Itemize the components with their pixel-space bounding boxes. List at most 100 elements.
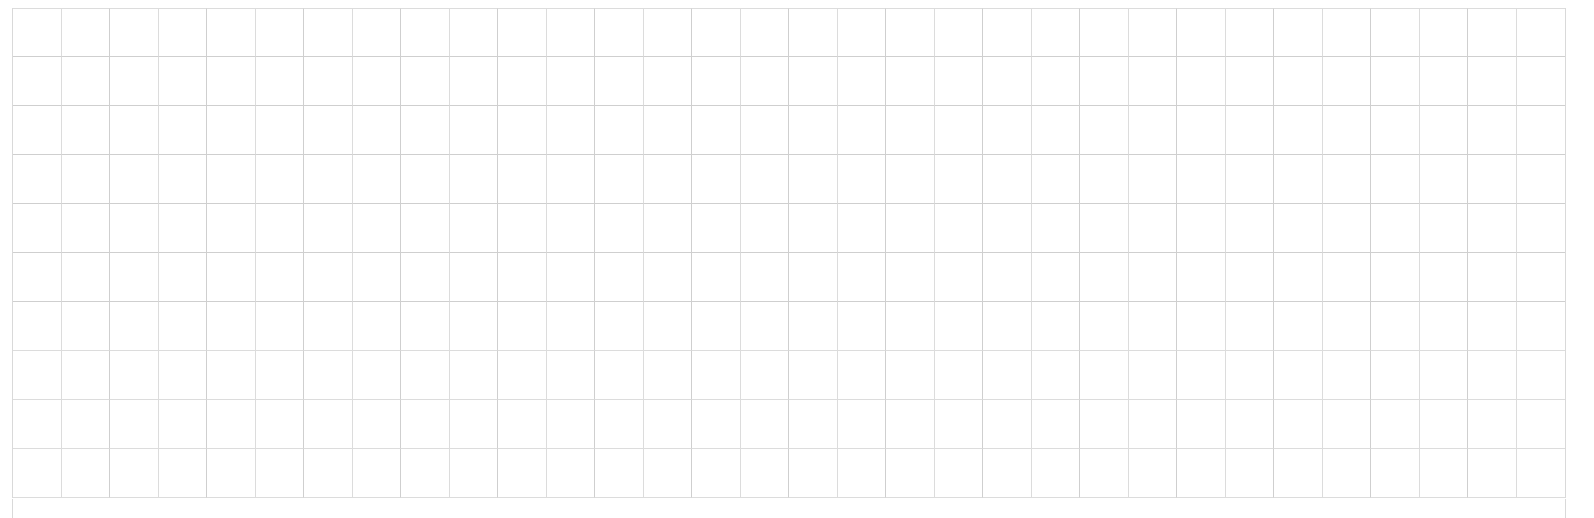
grid-cell[interactable] xyxy=(886,400,935,449)
grid-cell[interactable] xyxy=(110,8,159,57)
grid-cell[interactable] xyxy=(159,8,207,57)
grid-cell[interactable] xyxy=(1129,400,1177,449)
grid-cell[interactable] xyxy=(1274,449,1323,498)
grid-cell[interactable] xyxy=(1177,106,1226,155)
grid-cell[interactable] xyxy=(886,8,935,57)
grid-cell[interactable] xyxy=(256,351,304,400)
grid-cell[interactable] xyxy=(789,155,838,204)
grid-cell[interactable] xyxy=(1468,57,1517,106)
grid-cell[interactable] xyxy=(983,253,1032,302)
grid-cell[interactable] xyxy=(304,253,353,302)
grid-cell[interactable] xyxy=(13,155,62,204)
grid-cell[interactable] xyxy=(1032,106,1080,155)
grid-cell[interactable] xyxy=(838,155,886,204)
grid-cell[interactable] xyxy=(1323,302,1371,351)
grid-cell[interactable] xyxy=(256,253,304,302)
grid-cell[interactable] xyxy=(62,449,110,498)
grid-cell[interactable] xyxy=(935,400,983,449)
grid-cell[interactable] xyxy=(62,400,110,449)
grid-cell[interactable] xyxy=(1080,253,1129,302)
grid-cell[interactable] xyxy=(789,351,838,400)
grid-cell[interactable] xyxy=(450,8,498,57)
grid-cell[interactable] xyxy=(353,400,401,449)
grid-cell[interactable] xyxy=(595,155,644,204)
grid-cell[interactable] xyxy=(1517,106,1565,155)
grid-cell[interactable] xyxy=(304,204,353,253)
grid-cell[interactable] xyxy=(1129,449,1177,498)
grid-cell[interactable] xyxy=(644,155,692,204)
grid-cell[interactable] xyxy=(159,155,207,204)
grid-cell[interactable] xyxy=(1420,400,1468,449)
grid-cell[interactable] xyxy=(1129,302,1177,351)
grid-cell[interactable] xyxy=(62,8,110,57)
grid-cell[interactable] xyxy=(1080,351,1129,400)
grid-cell[interactable] xyxy=(547,106,595,155)
grid-cell[interactable] xyxy=(1129,57,1177,106)
grid-cell[interactable] xyxy=(1177,8,1226,57)
grid-cell[interactable] xyxy=(450,253,498,302)
grid-cell[interactable] xyxy=(692,449,741,498)
grid-cell[interactable] xyxy=(13,302,62,351)
grid-cell[interactable] xyxy=(353,253,401,302)
grid-cell[interactable] xyxy=(1468,8,1517,57)
grid-cell[interactable] xyxy=(644,449,692,498)
grid-cell[interactable] xyxy=(1080,449,1129,498)
grid-cell[interactable] xyxy=(1177,155,1226,204)
grid-cell[interactable] xyxy=(304,400,353,449)
grid-cell[interactable] xyxy=(1226,351,1274,400)
grid-cell[interactable] xyxy=(401,8,450,57)
grid-cell[interactable] xyxy=(1032,302,1080,351)
grid-cell[interactable] xyxy=(1129,253,1177,302)
grid-cell[interactable] xyxy=(1226,204,1274,253)
grid-cell[interactable] xyxy=(935,8,983,57)
grid-cell[interactable] xyxy=(1517,155,1565,204)
grid-cell[interactable] xyxy=(110,351,159,400)
grid-cell[interactable] xyxy=(741,400,789,449)
grid-cell[interactable] xyxy=(1371,155,1420,204)
grid-cell[interactable] xyxy=(1177,351,1226,400)
grid-cell[interactable] xyxy=(1420,302,1468,351)
grid-cell[interactable] xyxy=(1177,57,1226,106)
grid-cell[interactable] xyxy=(595,302,644,351)
grid-cell[interactable] xyxy=(1274,351,1323,400)
grid-cell[interactable] xyxy=(1323,57,1371,106)
grid-cell[interactable] xyxy=(1517,253,1565,302)
grid-cell[interactable] xyxy=(159,57,207,106)
grid-cell[interactable] xyxy=(207,57,256,106)
grid-cell[interactable] xyxy=(62,302,110,351)
grid-cell[interactable] xyxy=(1420,155,1468,204)
grid-cell[interactable] xyxy=(256,57,304,106)
grid-cell[interactable] xyxy=(304,155,353,204)
grid-cell[interactable] xyxy=(1032,57,1080,106)
grid-cell[interactable] xyxy=(1080,204,1129,253)
grid-cell[interactable] xyxy=(547,302,595,351)
grid-cell[interactable] xyxy=(450,155,498,204)
grid-cell[interactable] xyxy=(1274,57,1323,106)
grid-cell[interactable] xyxy=(1371,57,1420,106)
grid-cell[interactable] xyxy=(595,57,644,106)
grid-cell[interactable] xyxy=(207,302,256,351)
grid-cell[interactable] xyxy=(401,106,450,155)
grid-cell[interactable] xyxy=(353,302,401,351)
grid-cell[interactable] xyxy=(450,204,498,253)
grid-cell[interactable] xyxy=(935,302,983,351)
grid-cell[interactable] xyxy=(353,155,401,204)
grid-cell[interactable] xyxy=(353,106,401,155)
grid-cell[interactable] xyxy=(595,449,644,498)
grid-cell[interactable] xyxy=(207,449,256,498)
grid-cell[interactable] xyxy=(256,400,304,449)
grid-cell[interactable] xyxy=(110,302,159,351)
grid-cell[interactable] xyxy=(1420,106,1468,155)
grid-cell[interactable] xyxy=(256,8,304,57)
grid-cell[interactable] xyxy=(886,204,935,253)
grid-cell[interactable] xyxy=(935,204,983,253)
grid-cell[interactable] xyxy=(1420,253,1468,302)
grid-cell[interactable] xyxy=(159,204,207,253)
grid-cell[interactable] xyxy=(1371,106,1420,155)
grid-cell[interactable] xyxy=(983,155,1032,204)
grid-cell[interactable] xyxy=(789,400,838,449)
grid-cell[interactable] xyxy=(1080,106,1129,155)
grid-cell[interactable] xyxy=(62,351,110,400)
grid-cell[interactable] xyxy=(983,400,1032,449)
grid-cell[interactable] xyxy=(547,253,595,302)
